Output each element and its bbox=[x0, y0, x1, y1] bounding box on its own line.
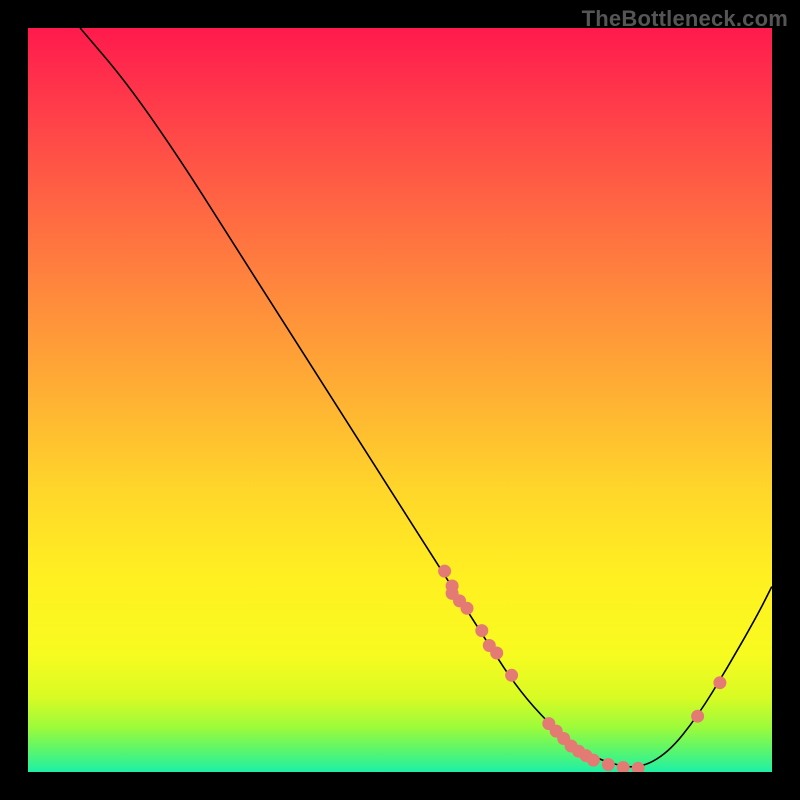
chart-dot bbox=[692, 710, 704, 722]
chart-svg bbox=[28, 28, 772, 772]
chart-dot bbox=[714, 677, 726, 689]
chart-dots bbox=[439, 565, 726, 772]
watermark-text: TheBottleneck.com bbox=[582, 6, 788, 32]
chart-dot bbox=[476, 625, 488, 637]
chart-dot bbox=[506, 669, 518, 681]
chart-dot bbox=[491, 647, 503, 659]
chart-dot bbox=[602, 759, 614, 771]
chart-curve bbox=[80, 28, 772, 767]
chart-dot bbox=[461, 602, 473, 614]
chart-dot bbox=[587, 754, 599, 766]
chart-dot bbox=[632, 762, 644, 772]
chart-dot bbox=[617, 762, 629, 773]
chart-frame bbox=[28, 28, 772, 772]
chart-dot bbox=[439, 565, 451, 577]
